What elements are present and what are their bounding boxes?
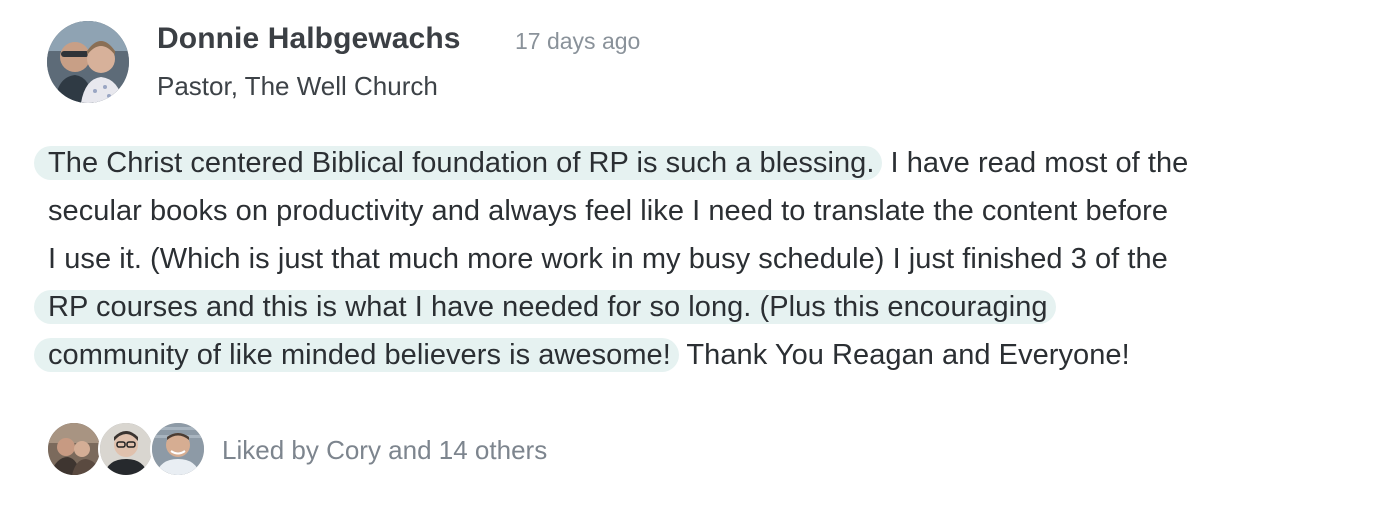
author-avatar[interactable] [47,21,129,103]
likes-summary-link[interactable]: Liked by Cory and 14 others [222,435,547,466]
highlighted-text: RP courses and this is what I have neede… [34,290,1056,324]
liker-avatars[interactable] [46,421,206,477]
post-body-line: community of like minded believers is aw… [34,331,1348,379]
liker-avatar-1-icon [48,423,100,475]
liker-avatar-3-icon [152,423,204,475]
highlighted-text: The Christ centered Biblical foundation … [34,146,883,180]
post-body-line: secular books on productivity and always… [48,187,1348,235]
post-text: I have read most of the [882,147,1189,179]
highlighted-text: community of like minded believers is aw… [34,338,679,372]
post-body: The Christ centered Biblical foundation … [34,139,1348,379]
post-text: secular books on productivity and always… [48,195,1169,227]
liker-avatar-2-icon [100,423,152,475]
post-text: Thank You Reagan and Everyone! [678,339,1130,371]
post-body-line: RP courses and this is what I have neede… [34,283,1348,331]
author-avatar-photo-icon [47,21,129,103]
author-title: Pastor, The Well Church [157,71,438,101]
post-timestamp: 17 days ago [515,28,641,54]
post-body-line: I use it. (Which is just that much more … [48,235,1348,283]
author-name[interactable]: Donnie Halbgewachs [157,22,461,56]
liker-avatar[interactable] [150,421,206,477]
liker-avatar[interactable] [46,421,102,477]
liker-avatar[interactable] [98,421,154,477]
post-text: I use it. (Which is just that much more … [48,243,1168,275]
post-body-line: The Christ centered Biblical foundation … [34,139,1348,187]
